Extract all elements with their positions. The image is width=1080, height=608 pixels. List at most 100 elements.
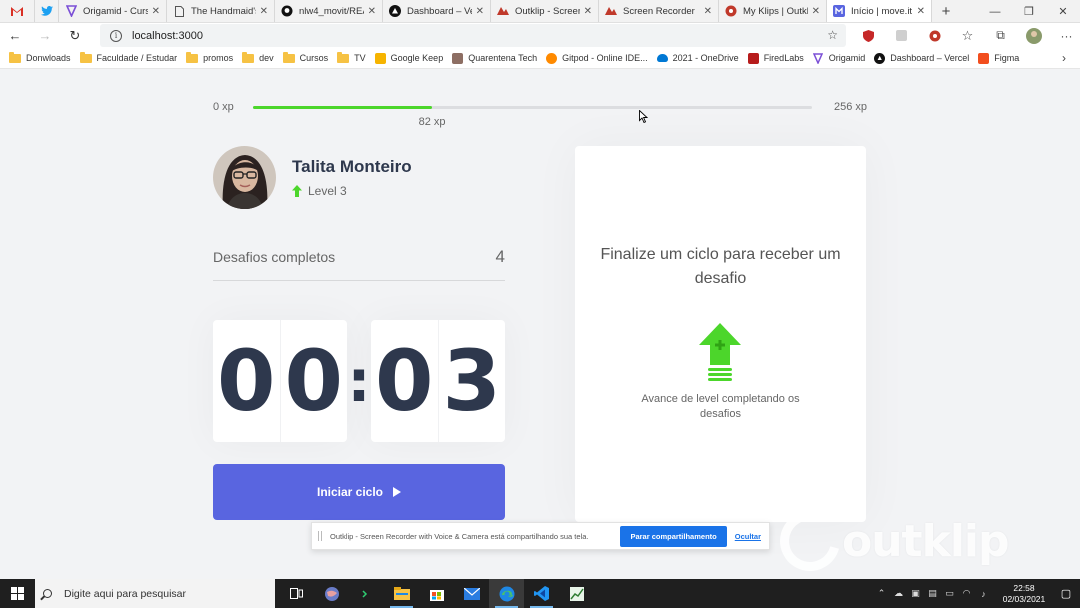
- wifi-icon[interactable]: ◠: [958, 588, 975, 599]
- bookmark-label: Cursos: [299, 53, 329, 63]
- bookmark-quarentena-tech[interactable]: Quarentena Tech: [452, 52, 537, 64]
- taskbar: Digite aqui para pesquisar ⌃ ☁ ▣ ▤ ▭ ◠ ♪…: [0, 579, 1080, 608]
- gitpod-icon: [546, 52, 558, 64]
- taskbar-search-input[interactable]: Digite aqui para pesquisar: [35, 579, 275, 608]
- close-icon[interactable]: ✕: [152, 6, 160, 17]
- countdown-separator: :: [347, 347, 371, 415]
- bookmark-vercel[interactable]: ▲ Dashboard – Vercel: [874, 52, 969, 64]
- tab-origamid[interactable]: Origamid - Curso ✕: [59, 0, 167, 22]
- bookmark-firedlabs[interactable]: FiredLabs: [747, 52, 804, 64]
- bookmark-folder[interactable]: dev: [242, 51, 274, 63]
- close-window-icon[interactable]: ✕: [1046, 0, 1080, 23]
- close-icon[interactable]: ✕: [476, 6, 484, 17]
- folder-icon: [282, 51, 295, 63]
- window-controls: — ❐ ✕: [978, 0, 1080, 23]
- maximize-icon[interactable]: ❐: [1012, 0, 1046, 23]
- back-arrow-icon[interactable]: ←: [0, 28, 30, 43]
- hide-link[interactable]: Ocultar: [735, 532, 761, 541]
- tab-label: The Handmaid's: [191, 5, 256, 17]
- xp-track: [253, 106, 812, 109]
- drag-handle-icon[interactable]: [318, 531, 322, 541]
- origamid-icon: [813, 52, 824, 64]
- task-icon[interactable]: ▤: [924, 588, 941, 599]
- extension-icon[interactable]: [885, 30, 918, 41]
- app-chart-icon[interactable]: [559, 579, 594, 608]
- bookmark-folder[interactable]: promos: [186, 51, 233, 63]
- bookmark-folder[interactable]: Donwloads: [9, 51, 71, 63]
- seconds-digit: 0: [375, 332, 434, 430]
- close-icon[interactable]: ✕: [260, 6, 268, 17]
- tab-moveit[interactable]: Início | move.it ✕: [827, 0, 932, 22]
- url-text: localhost:3000: [132, 29, 203, 42]
- edge-browser-icon[interactable]: [489, 579, 524, 608]
- battery-icon[interactable]: ▭: [941, 588, 958, 599]
- stop-sharing-button[interactable]: Parar compartilhamento: [620, 525, 727, 547]
- bookmark-folder[interactable]: Cursos: [282, 51, 329, 63]
- folder-icon: [9, 51, 21, 63]
- store-icon[interactable]: [419, 579, 454, 608]
- completed-challenges: Desafios completos 4: [213, 243, 505, 281]
- bookmark-google-keep[interactable]: Google Keep: [374, 52, 444, 64]
- vscode-icon[interactable]: [524, 579, 559, 608]
- shield-extension-icon[interactable]: [852, 29, 885, 42]
- start-cycle-button[interactable]: Iniciar ciclo: [213, 464, 505, 520]
- tab-outklip-screen[interactable]: Outklip - Screen ✕: [491, 0, 599, 22]
- bookmark-gitpod[interactable]: Gitpod - Online IDE...: [546, 52, 648, 64]
- reload-icon[interactable]: ↻: [60, 28, 90, 44]
- task-view-icon[interactable]: [279, 579, 314, 608]
- countdown: 0 0 : 0 3: [213, 320, 505, 442]
- vercel-icon: [389, 5, 401, 17]
- cloud-icon[interactable]: ☁: [890, 588, 907, 599]
- chevron-up-icon[interactable]: ⌃: [873, 588, 890, 599]
- tab-label: Dashboard – Ver: [407, 5, 472, 17]
- close-icon[interactable]: ✕: [812, 6, 820, 17]
- minutes-digit: 0: [217, 332, 276, 430]
- forward-arrow-icon[interactable]: →: [30, 28, 60, 43]
- volume-icon[interactable]: ♪: [975, 589, 992, 599]
- app-globe-icon[interactable]: [314, 579, 349, 608]
- folder-icon: [79, 51, 92, 63]
- close-icon[interactable]: ✕: [704, 6, 712, 17]
- tab-twitter[interactable]: [35, 0, 59, 22]
- recorder-extension-icon[interactable]: [918, 30, 951, 42]
- close-icon[interactable]: ✕: [917, 6, 925, 17]
- minimize-icon[interactable]: —: [978, 0, 1012, 23]
- tab-my-klips[interactable]: My Klips | Outkli ✕: [719, 0, 827, 22]
- favorite-star-icon[interactable]: ☆: [827, 28, 838, 42]
- bookmark-onedrive[interactable]: 2021 - OneDrive: [656, 53, 739, 63]
- bookmark-folder[interactable]: Faculdade / Estudar: [79, 51, 177, 63]
- bookmark-folder[interactable]: TV: [337, 51, 366, 63]
- profile-avatar[interactable]: [1017, 27, 1050, 44]
- tab-gmail[interactable]: [0, 0, 35, 22]
- experience-bar: 0 xp 82 xp 256 xp: [213, 96, 867, 128]
- close-icon[interactable]: ✕: [584, 6, 592, 17]
- collections-icon[interactable]: ⧉: [984, 28, 1017, 43]
- close-icon[interactable]: ✕: [368, 6, 376, 17]
- mail-icon[interactable]: [454, 579, 489, 608]
- tab-handmaid[interactable]: The Handmaid's ✕: [167, 0, 275, 22]
- info-icon[interactable]: i: [110, 29, 122, 42]
- bookmark-label: Figma: [994, 53, 1020, 63]
- more-menu-icon[interactable]: ···: [1050, 29, 1080, 43]
- tab-github[interactable]: nlw4_movit/REA ✕: [275, 0, 383, 22]
- favorites-bar-icon[interactable]: ☆: [951, 28, 984, 44]
- url-field[interactable]: i localhost:3000 ☆: [100, 24, 846, 47]
- bookmarks-bar: Donwloads Faculdade / Estudar promos dev…: [0, 48, 1080, 69]
- tab-label: nlw4_movit/REA: [299, 5, 364, 17]
- chevron-right-icon[interactable]: ›: [1062, 51, 1066, 65]
- app-terminal-icon[interactable]: [349, 579, 384, 608]
- profile-name: Talita Monteiro: [292, 156, 412, 176]
- level-up-icon: [699, 323, 741, 381]
- file-explorer-icon[interactable]: [384, 579, 419, 608]
- new-tab-icon[interactable]: +: [932, 0, 960, 22]
- devices-icon[interactable]: ▣: [907, 588, 924, 599]
- notification-center-icon[interactable]: ▢: [1052, 587, 1080, 600]
- windows-start-icon[interactable]: [0, 579, 35, 608]
- bookmark-origamid[interactable]: Origamid: [813, 52, 865, 64]
- clock[interactable]: 22:58 02/03/2021: [996, 583, 1052, 605]
- bookmark-label: Google Keep: [390, 53, 444, 63]
- outklip-watermark: outklip: [769, 500, 1020, 582]
- bookmark-figma[interactable]: Figma: [978, 52, 1020, 64]
- tab-vercel[interactable]: Dashboard – Ver ✕: [383, 0, 491, 22]
- tab-screen-recorder[interactable]: Screen Recorder ✕: [599, 0, 719, 22]
